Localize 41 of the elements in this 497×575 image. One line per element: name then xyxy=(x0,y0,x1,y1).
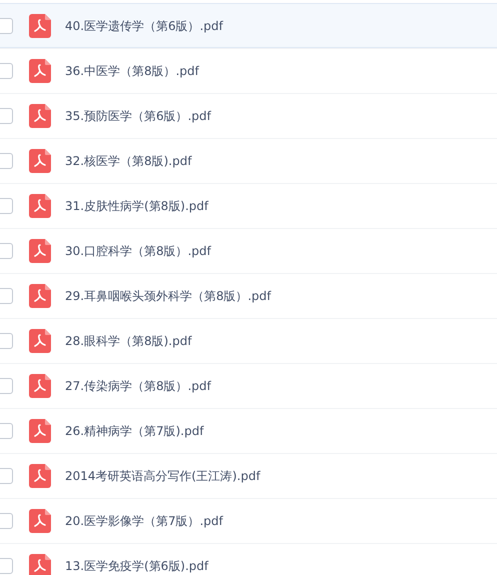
checkbox[interactable] xyxy=(0,468,13,484)
pdf-file-icon xyxy=(29,14,51,38)
pdf-file-icon xyxy=(29,59,51,83)
checkbox[interactable] xyxy=(0,63,13,79)
checkbox[interactable] xyxy=(0,153,13,169)
pdf-file-icon xyxy=(29,419,51,443)
checkbox[interactable] xyxy=(0,243,13,259)
file-name[interactable]: 27.传染病学（第8版）.pdf xyxy=(65,377,211,395)
file-name[interactable]: 28.眼科学（第8版).pdf xyxy=(65,332,192,350)
checkbox[interactable] xyxy=(0,558,13,574)
file-name[interactable]: 29.耳鼻咽喉头颈外科学（第8版）.pdf xyxy=(65,287,271,305)
pdf-file-icon xyxy=(29,284,51,308)
checkbox[interactable] xyxy=(0,423,13,439)
pdf-file-icon xyxy=(29,104,51,128)
pdf-file-icon xyxy=(29,509,51,533)
file-name[interactable]: 31.皮肤性病学(第8版).pdf xyxy=(65,197,208,215)
checkbox[interactable] xyxy=(0,378,13,394)
pdf-file-icon xyxy=(29,329,51,353)
checkbox[interactable] xyxy=(0,198,13,214)
file-name[interactable]: 20.医学影像学（第7版）.pdf xyxy=(65,512,223,530)
pdf-file-icon xyxy=(29,149,51,173)
file-row[interactable]: 13.医学免疫学(第6版).pdf xyxy=(0,543,497,575)
checkbox[interactable] xyxy=(0,288,13,304)
file-name[interactable]: 13.医学免疫学(第6版).pdf xyxy=(65,557,208,575)
checkbox[interactable] xyxy=(0,18,13,34)
pdf-file-icon xyxy=(29,464,51,488)
checkbox[interactable] xyxy=(0,513,13,529)
file-name[interactable]: 30.口腔科学（第8版）.pdf xyxy=(65,242,211,260)
pdf-file-icon xyxy=(29,194,51,218)
file-row[interactable]: 40.医学遗传学（第6版）.pdf xyxy=(0,3,497,48)
checkbox[interactable] xyxy=(0,108,13,124)
file-name[interactable]: 32.核医学（第8版).pdf xyxy=(65,152,192,170)
file-name[interactable]: 40.医学遗传学（第6版）.pdf xyxy=(65,16,223,34)
file-name[interactable]: 36.中医学（第8版）.pdf xyxy=(65,62,199,80)
file-name[interactable]: 2014考研英语高分写作(王江涛).pdf xyxy=(65,467,260,485)
file-name[interactable]: 26.精神病学（第7版).pdf xyxy=(65,422,204,440)
pdf-file-icon xyxy=(29,239,51,263)
checkbox[interactable] xyxy=(0,333,13,349)
pdf-file-icon xyxy=(29,374,51,398)
pdf-file-icon xyxy=(29,554,51,575)
file-name[interactable]: 35.预防医学（第6版）.pdf xyxy=(65,107,211,125)
